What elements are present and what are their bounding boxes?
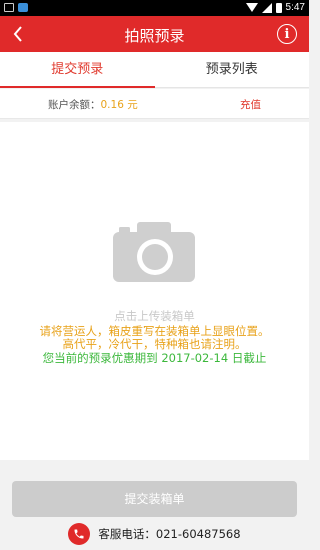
info-button[interactable]: i: [277, 24, 297, 44]
wifi-icon: [245, 3, 258, 12]
back-arrow-icon: [13, 26, 22, 42]
back-button[interactable]: [8, 23, 28, 45]
page-title: 拍照预录: [124, 27, 185, 45]
status-bar: 5:47: [0, 0, 309, 16]
hotline-text: 客服电话：021-60487568: [98, 527, 241, 541]
upload-hint: 点击上传装箱单: [114, 309, 195, 323]
service-hotline[interactable]: 客服电话：021-60487568: [0, 522, 309, 546]
tab-submit-prerecord[interactable]: 提交预录: [0, 52, 155, 88]
balance-label-group: 账户余额：0.16 元: [48, 97, 138, 112]
promo-notice: 您当前的预录优惠期到 2017-02-14 日截止: [42, 351, 267, 365]
phone-glyph: [74, 529, 84, 539]
tab-bar: 提交预录 预录列表: [0, 52, 309, 88]
balance-value: 0.16 元: [100, 99, 138, 111]
tab-prerecord-list[interactable]: 预录列表: [155, 52, 310, 87]
signal-icon: [261, 2, 272, 13]
balance-row: 账户余额：0.16 元 充值: [0, 89, 309, 119]
balance-label: 账户余额：: [48, 99, 101, 111]
info-icon: i: [284, 26, 290, 42]
submit-packing-list-button[interactable]: 提交装箱单: [12, 481, 297, 517]
battery-icon: [275, 2, 282, 13]
app-header: 拍照预录 i: [0, 16, 309, 52]
camera-icon[interactable]: [113, 222, 195, 282]
gallery-notification-icon: [4, 3, 14, 12]
recharge-link[interactable]: 充值: [240, 97, 261, 112]
app-notification-icon: [18, 3, 28, 12]
phone-icon[interactable]: [68, 523, 91, 545]
status-time: 5:47: [285, 2, 305, 13]
upload-area[interactable]: 点击上传装箱单 请将营运人，箱皮重写在装箱单上显眼位置。 高代平，冷代干，特种箱…: [0, 122, 309, 460]
